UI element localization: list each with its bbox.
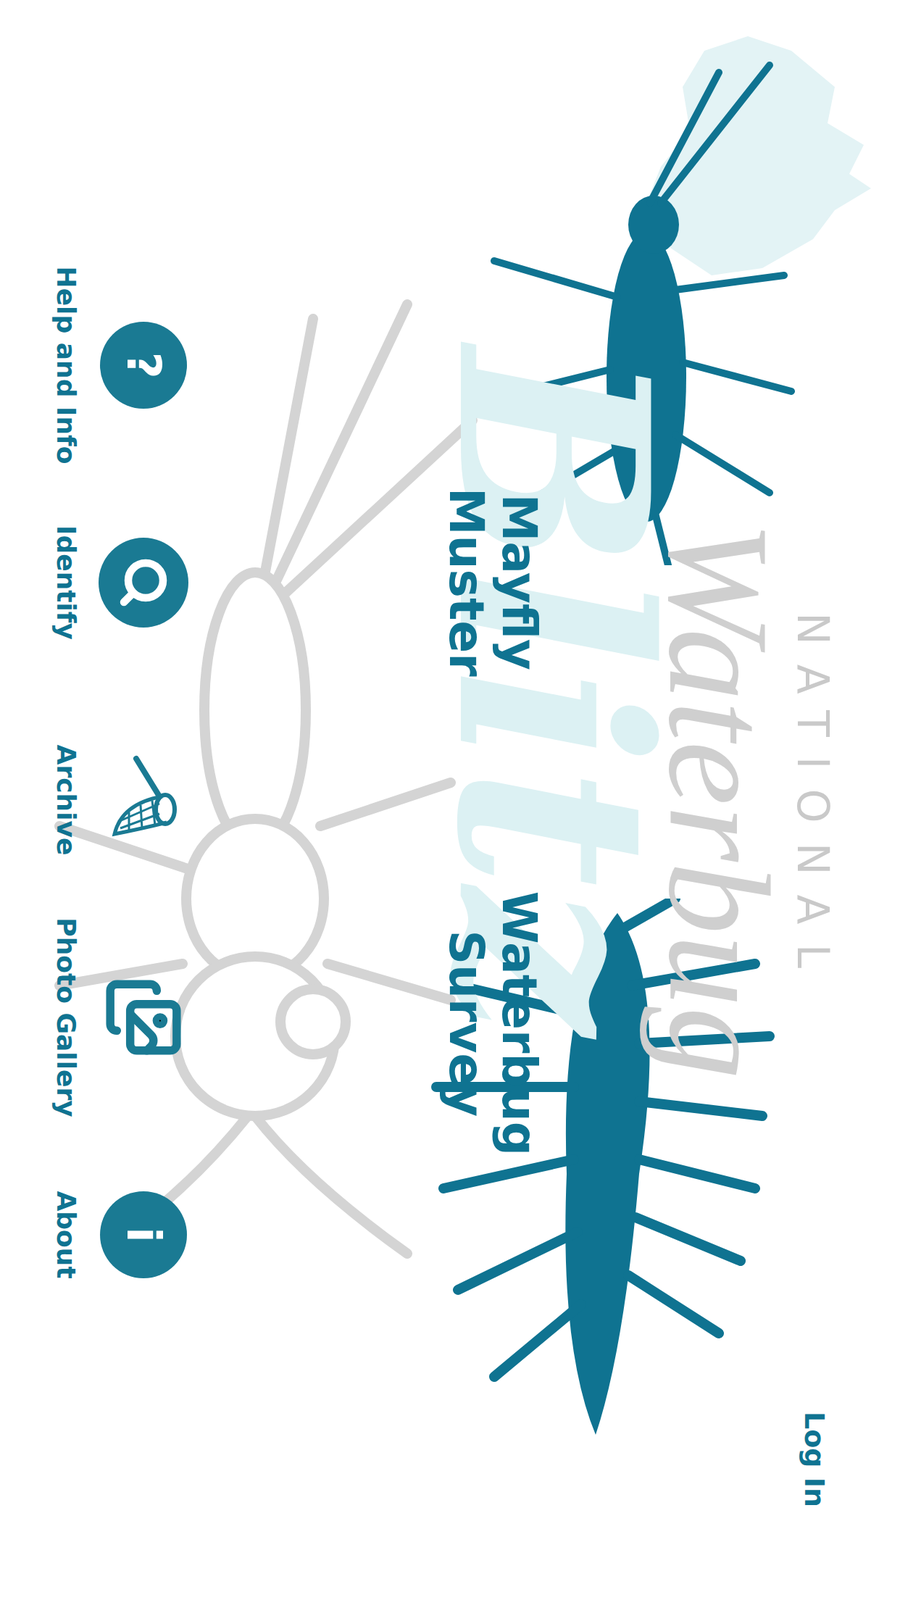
circle-icon[interactable]: i [100,1191,187,1279]
nav-icon-slot: i [96,1191,191,1279]
nav-label[interactable]: Archive [50,744,82,856]
nav-item[interactable]: ? Help and Info [50,256,191,474]
magnifier-icon [117,556,170,609]
search-icon[interactable] [98,537,189,628]
nav-item[interactable]: Archive [50,691,191,909]
gallery-icon [103,977,184,1058]
gallery-icon-wrap[interactable] [98,972,189,1063]
login-button[interactable]: Log In [797,1405,832,1514]
glyph: i [120,1226,167,1243]
logo-title: Waterbug [646,0,792,1600]
action-button[interactable]: Waterbug Survey [439,885,545,1162]
nav-label[interactable]: Help and Info [50,266,82,465]
glyph: ? [120,351,167,379]
nav-icon-slot [96,972,191,1063]
landscape-canvas: BlitzNATIONALLog InWaterbugMayfly Muster… [0,0,900,1600]
actions: Mayfly Muster Waterbug Survey [439,0,545,1600]
nav-icon-slot: ? [96,321,191,409]
header: NATIONAL Log In [791,0,900,1600]
nav-icon-slot [96,752,191,848]
action-button[interactable]: Mayfly Muster [439,481,545,683]
screen: BlitzNATIONALLog InWaterbugMayfly Muster… [0,0,900,1600]
nav-item[interactable]: Identify [50,473,191,692]
nav-label[interactable]: Photo Gallery [50,917,82,1117]
nav-label[interactable]: About [50,1190,82,1279]
australia-map-icon [631,21,879,290]
logo-prefix: NATIONAL [791,612,835,988]
net-icon [100,752,187,848]
nav-label[interactable]: Identify [50,525,82,640]
nav-icon-slot [96,537,191,628]
content: NATIONAL Log InWaterbug Mayfly Muster Water… [0,0,900,1600]
nav-bar: ? Help and Info Identify Archive Photo Galle… [0,0,191,1600]
nav-item[interactable]: Photo Gallery [50,908,191,1127]
circle-icon[interactable]: ? [100,321,187,409]
nav-item[interactable]: i About [50,1126,191,1344]
